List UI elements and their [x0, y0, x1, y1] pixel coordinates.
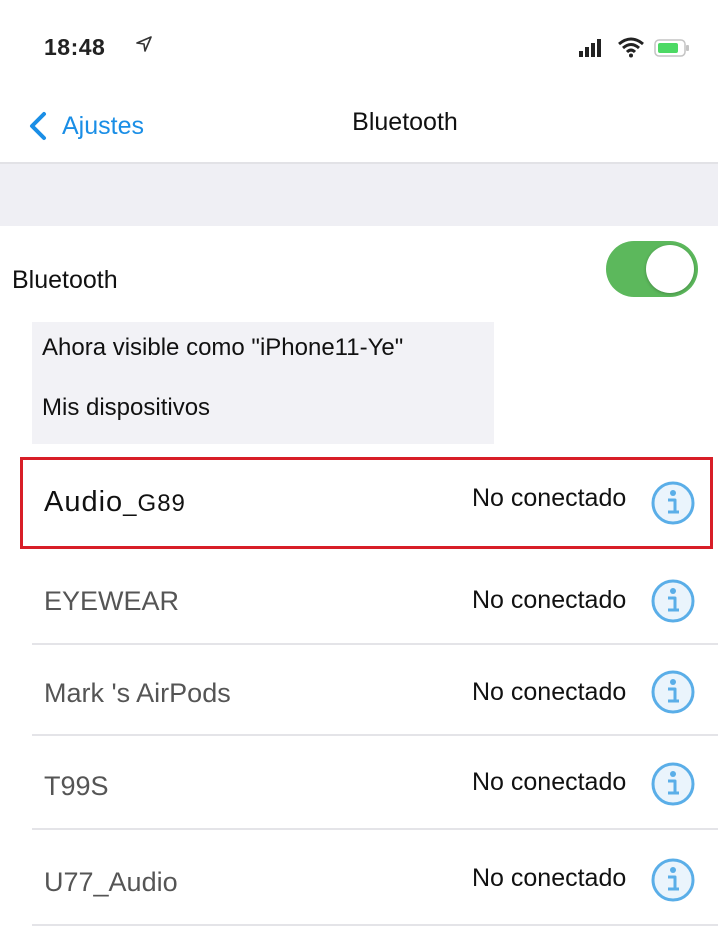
location-arrow-icon — [136, 36, 152, 52]
device-name: EYEWEAR — [44, 586, 180, 616]
device-row[interactable]: Mark 's AirPods No conectado — [0, 646, 718, 736]
info-icon[interactable] — [650, 578, 696, 624]
status-bar — [0, 0, 718, 88]
info-icon[interactable] — [650, 857, 696, 903]
device-name: T99S — [44, 771, 109, 801]
bluetooth-toggle[interactable] — [606, 241, 698, 297]
cellular-signal-icon — [579, 39, 601, 57]
section-spacer — [0, 164, 718, 226]
device-status: No conectado — [472, 768, 627, 796]
device-row[interactable]: T99S No conectado — [0, 737, 718, 827]
device-row[interactable]: U77_Audio No conectado — [0, 831, 718, 921]
highlight-frame — [20, 457, 713, 549]
status-time: 18:48 — [44, 34, 106, 60]
device-status: No conectado — [472, 864, 627, 892]
row-divider — [32, 828, 718, 830]
row-divider — [32, 924, 718, 926]
section-header-my-devices: Mis dispositivos — [42, 394, 211, 421]
bluetooth-label: Bluetooth — [12, 266, 118, 294]
info-icon[interactable] — [650, 669, 696, 715]
row-divider — [32, 734, 718, 736]
device-row[interactable]: EYEWEAR No conectado — [0, 556, 718, 646]
row-divider — [32, 643, 718, 645]
device-name: Mark 's AirPods — [44, 678, 231, 708]
battery-icon — [654, 39, 689, 57]
device-status: No conectado — [472, 586, 627, 614]
toggle-knob — [646, 245, 694, 293]
device-status: No conectado — [472, 678, 627, 706]
info-icon[interactable] — [650, 761, 696, 807]
page-title: Bluetooth — [352, 108, 458, 136]
device-name: U77_Audio — [44, 867, 178, 897]
wifi-icon — [618, 37, 644, 58]
visibility-text: Ahora visible como "iPhone11-Ye" — [42, 334, 404, 361]
